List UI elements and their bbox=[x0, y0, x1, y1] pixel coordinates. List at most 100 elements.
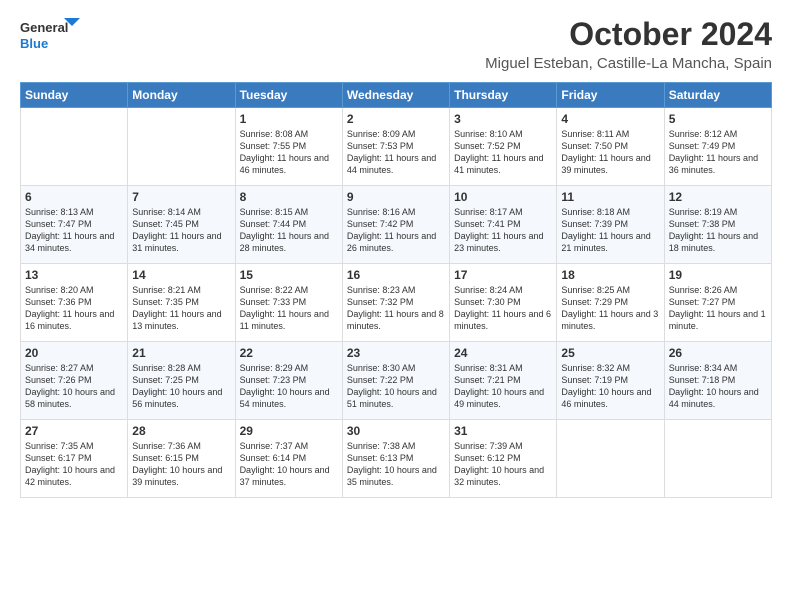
cell-info: Sunrise: 7:35 AM Sunset: 6:17 PM Dayligh… bbox=[25, 440, 123, 489]
day-number: 30 bbox=[347, 424, 445, 438]
cell-info: Sunrise: 8:21 AM Sunset: 7:35 PM Dayligh… bbox=[132, 284, 230, 333]
header-cell-thursday: Thursday bbox=[450, 83, 557, 108]
week-row-4: 20Sunrise: 8:27 AM Sunset: 7:26 PM Dayli… bbox=[21, 342, 772, 420]
cell-info: Sunrise: 8:08 AM Sunset: 7:55 PM Dayligh… bbox=[240, 128, 338, 177]
day-number: 10 bbox=[454, 190, 552, 204]
cell-info: Sunrise: 8:29 AM Sunset: 7:23 PM Dayligh… bbox=[240, 362, 338, 411]
cell-info: Sunrise: 8:32 AM Sunset: 7:19 PM Dayligh… bbox=[561, 362, 659, 411]
calendar-cell: 21 Sunrise: 8:28 AM Sunset: 7:25 PM Dayli… bbox=[128, 342, 235, 420]
calendar-cell: 1Sunrise: 8:08 AM Sunset: 7:55 PM Daylig… bbox=[235, 108, 342, 186]
day-number: 28 bbox=[132, 424, 230, 438]
cell-info: Sunrise: 8:16 AM Sunset: 7:42 PM Dayligh… bbox=[347, 206, 445, 255]
day-number: 21 bbox=[132, 346, 230, 360]
calendar-cell: 13Sunrise: 8:20 AM Sunset: 7:36 PM Dayli… bbox=[21, 264, 128, 342]
cell-info: Sunrise: 7:36 AM Sunset: 6:15 PM Dayligh… bbox=[132, 440, 230, 489]
day-number: 8 bbox=[240, 190, 338, 204]
day-number: 29 bbox=[240, 424, 338, 438]
calendar-cell: 11 Sunrise: 8:18 AM Sunset: 7:39 PM Dayli… bbox=[557, 186, 664, 264]
cell-info: Sunrise: 7:37 AM Sunset: 6:14 PM Dayligh… bbox=[240, 440, 338, 489]
day-number: 7 bbox=[132, 190, 230, 204]
main-title: October 2024 bbox=[485, 16, 772, 53]
cell-info: Sunrise: 8:30 AM Sunset: 7:22 PM Dayligh… bbox=[347, 362, 445, 411]
calendar-cell: 28 Sunrise: 7:36 AM Sunset: 6:15 PM Dayli… bbox=[128, 420, 235, 498]
cell-info: Sunrise: 8:10 AM Sunset: 7:52 PM Dayligh… bbox=[454, 128, 552, 177]
day-number: 6 bbox=[25, 190, 123, 204]
calendar-table: SundayMondayTuesdayWednesdayThursdayFrid… bbox=[20, 82, 772, 498]
week-row-3: 13Sunrise: 8:20 AM Sunset: 7:36 PM Dayli… bbox=[21, 264, 772, 342]
calendar-cell bbox=[21, 108, 128, 186]
header-cell-sunday: Sunday bbox=[21, 83, 128, 108]
calendar-cell: 7Sunrise: 8:14 AM Sunset: 7:45 PM Daylig… bbox=[128, 186, 235, 264]
day-number: 25 bbox=[561, 346, 659, 360]
day-number: 17 bbox=[454, 268, 552, 282]
cell-info: Sunrise: 8:31 AM Sunset: 7:21 PM Dayligh… bbox=[454, 362, 552, 411]
calendar-cell: 12Sunrise: 8:19 AM Sunset: 7:38 PM Dayli… bbox=[664, 186, 771, 264]
header-row: SundayMondayTuesdayWednesdayThursdayFrid… bbox=[21, 83, 772, 108]
calendar-cell bbox=[557, 420, 664, 498]
day-number: 11 bbox=[561, 190, 659, 204]
cell-info: Sunrise: 8:28 AM Sunset: 7:25 PM Dayligh… bbox=[132, 362, 230, 411]
day-number: 3 bbox=[454, 112, 552, 126]
day-number: 2 bbox=[347, 112, 445, 126]
day-number: 23 bbox=[347, 346, 445, 360]
sub-title: Miguel Esteban, Castille-La Mancha, Spai… bbox=[485, 55, 772, 72]
cell-info: Sunrise: 8:20 AM Sunset: 7:36 PM Dayligh… bbox=[25, 284, 123, 333]
calendar-cell: 18Sunrise: 8:25 AM Sunset: 7:29 PM Dayli… bbox=[557, 264, 664, 342]
cell-info: Sunrise: 8:22 AM Sunset: 7:33 PM Dayligh… bbox=[240, 284, 338, 333]
calendar-cell: 6 Sunrise: 8:13 AM Sunset: 7:47 PM Daylig… bbox=[21, 186, 128, 264]
cell-info: Sunrise: 8:17 AM Sunset: 7:41 PM Dayligh… bbox=[454, 206, 552, 255]
day-number: 9 bbox=[347, 190, 445, 204]
calendar-cell: 31 Sunrise: 7:39 AM Sunset: 6:12 PM Dayli… bbox=[450, 420, 557, 498]
header-cell-monday: Monday bbox=[128, 83, 235, 108]
calendar-cell: 8 Sunrise: 8:15 AM Sunset: 7:44 PM Daylig… bbox=[235, 186, 342, 264]
calendar-cell: 9 Sunrise: 8:16 AM Sunset: 7:42 PM Daylig… bbox=[342, 186, 449, 264]
week-row-2: 6 Sunrise: 8:13 AM Sunset: 7:47 PM Daylig… bbox=[21, 186, 772, 264]
calendar-cell: 25 Sunrise: 8:32 AM Sunset: 7:19 PM Dayli… bbox=[557, 342, 664, 420]
day-number: 27 bbox=[25, 424, 123, 438]
day-number: 31 bbox=[454, 424, 552, 438]
day-number: 14 bbox=[132, 268, 230, 282]
day-number: 12 bbox=[669, 190, 767, 204]
logo-icon: GeneralBlue bbox=[20, 16, 80, 54]
calendar-cell: 10 Sunrise: 8:17 AM Sunset: 7:41 PM Dayli… bbox=[450, 186, 557, 264]
cell-info: Sunrise: 8:13 AM Sunset: 7:47 PM Dayligh… bbox=[25, 206, 123, 255]
calendar-cell: 26 Sunrise: 8:34 AM Sunset: 7:18 PM Dayli… bbox=[664, 342, 771, 420]
calendar-cell: 23 Sunrise: 8:30 AM Sunset: 7:22 PM Dayli… bbox=[342, 342, 449, 420]
title-area: October 2024 Miguel Esteban, Castille-La… bbox=[485, 16, 772, 72]
calendar-cell: 22 Sunrise: 8:29 AM Sunset: 7:23 PM Dayli… bbox=[235, 342, 342, 420]
calendar-cell: 30Sunrise: 7:38 AM Sunset: 6:13 PM Dayli… bbox=[342, 420, 449, 498]
calendar-cell: 3 Sunrise: 8:10 AM Sunset: 7:52 PM Daylig… bbox=[450, 108, 557, 186]
cell-info: Sunrise: 8:18 AM Sunset: 7:39 PM Dayligh… bbox=[561, 206, 659, 255]
svg-text:Blue: Blue bbox=[20, 36, 48, 51]
svg-text:General: General bbox=[20, 20, 68, 35]
week-row-1: 1Sunrise: 8:08 AM Sunset: 7:55 PM Daylig… bbox=[21, 108, 772, 186]
cell-info: Sunrise: 7:39 AM Sunset: 6:12 PM Dayligh… bbox=[454, 440, 552, 489]
calendar-cell: 19 Sunrise: 8:26 AM Sunset: 7:27 PM Dayli… bbox=[664, 264, 771, 342]
cell-info: Sunrise: 8:24 AM Sunset: 7:30 PM Dayligh… bbox=[454, 284, 552, 333]
day-number: 19 bbox=[669, 268, 767, 282]
header-cell-wednesday: Wednesday bbox=[342, 83, 449, 108]
day-number: 16 bbox=[347, 268, 445, 282]
cell-info: Sunrise: 8:12 AM Sunset: 7:49 PM Dayligh… bbox=[669, 128, 767, 177]
day-number: 18 bbox=[561, 268, 659, 282]
calendar-cell: 14 Sunrise: 8:21 AM Sunset: 7:35 PM Dayli… bbox=[128, 264, 235, 342]
calendar-cell bbox=[128, 108, 235, 186]
cell-info: Sunrise: 8:34 AM Sunset: 7:18 PM Dayligh… bbox=[669, 362, 767, 411]
calendar-cell: 2Sunrise: 8:09 AM Sunset: 7:53 PM Daylig… bbox=[342, 108, 449, 186]
calendar-cell: 5Sunrise: 8:12 AM Sunset: 7:49 PM Daylig… bbox=[664, 108, 771, 186]
header: GeneralBlue October 2024 Miguel Esteban,… bbox=[20, 16, 772, 72]
cell-info: Sunrise: 8:26 AM Sunset: 7:27 PM Dayligh… bbox=[669, 284, 767, 333]
day-number: 22 bbox=[240, 346, 338, 360]
day-number: 4 bbox=[561, 112, 659, 126]
calendar-cell: 29 Sunrise: 7:37 AM Sunset: 6:14 PM Dayli… bbox=[235, 420, 342, 498]
calendar-cell: 20Sunrise: 8:27 AM Sunset: 7:26 PM Dayli… bbox=[21, 342, 128, 420]
day-number: 26 bbox=[669, 346, 767, 360]
calendar-cell: 24Sunrise: 8:31 AM Sunset: 7:21 PM Dayli… bbox=[450, 342, 557, 420]
cell-info: Sunrise: 8:27 AM Sunset: 7:26 PM Dayligh… bbox=[25, 362, 123, 411]
calendar-cell: 16Sunrise: 8:23 AM Sunset: 7:32 PM Dayli… bbox=[342, 264, 449, 342]
calendar-cell: 17 Sunrise: 8:24 AM Sunset: 7:30 PM Dayli… bbox=[450, 264, 557, 342]
header-cell-tuesday: Tuesday bbox=[235, 83, 342, 108]
cell-info: Sunrise: 8:15 AM Sunset: 7:44 PM Dayligh… bbox=[240, 206, 338, 255]
calendar-cell: 4Sunrise: 8:11 AM Sunset: 7:50 PM Daylig… bbox=[557, 108, 664, 186]
page: GeneralBlue October 2024 Miguel Esteban,… bbox=[0, 0, 792, 514]
